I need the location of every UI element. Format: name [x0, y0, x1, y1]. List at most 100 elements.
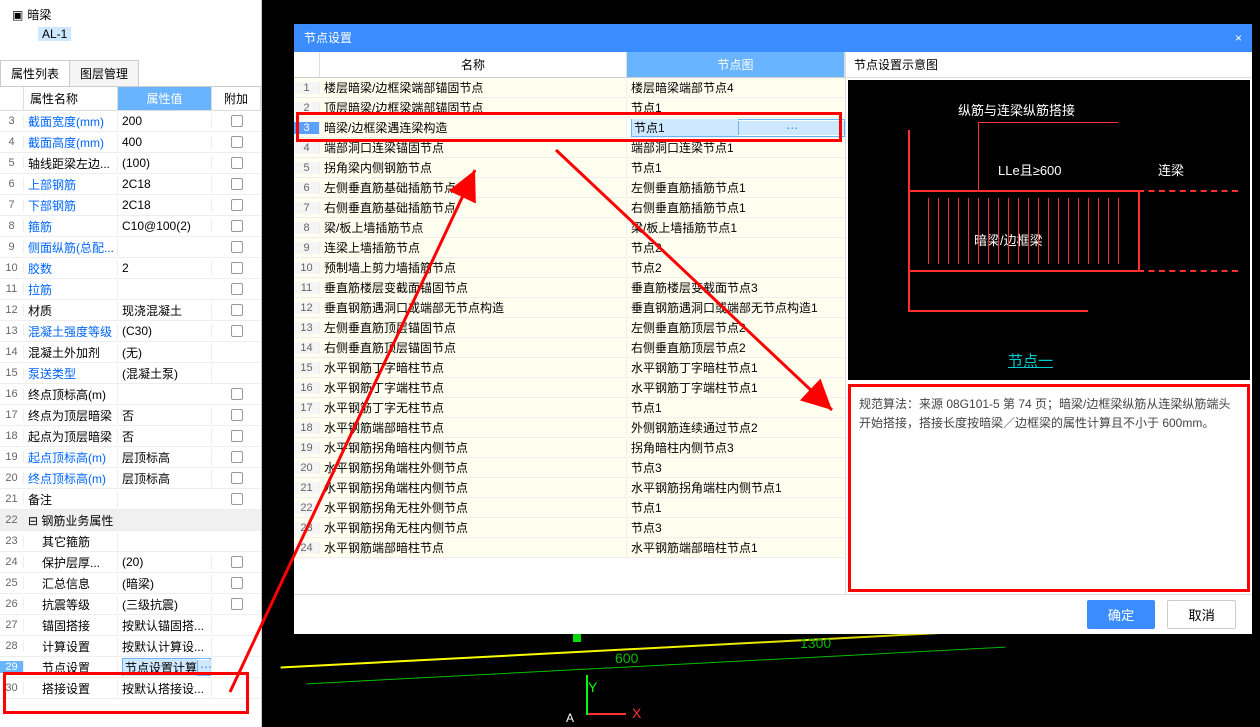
prop-row[interactable]: 26抗震等级(三级抗震): [0, 594, 261, 615]
close-icon[interactable]: ×: [1235, 24, 1242, 52]
prop-value[interactable]: (20): [118, 555, 212, 569]
prop-row[interactable]: 14混凝土外加剂(无): [0, 342, 261, 363]
node-value-cell[interactable]: 楼层暗梁端部节点4: [627, 79, 845, 96]
checkbox[interactable]: [231, 409, 243, 421]
prop-value[interactable]: 否: [118, 407, 212, 424]
node-row[interactable]: 16水平钢筋丁字端柱节点水平钢筋丁字端柱节点1: [294, 378, 845, 398]
col-node-diagram[interactable]: 节点图: [627, 52, 845, 77]
checkbox[interactable]: [231, 241, 243, 253]
node-value-cell[interactable]: 节点1: [627, 99, 845, 116]
checkbox[interactable]: [231, 577, 243, 589]
dialog-titlebar[interactable]: 节点设置 ×: [294, 24, 1252, 52]
prop-value[interactable]: 现浇混凝土: [118, 302, 212, 319]
node-value-cell[interactable]: 外侧钢筋连续通过节点2: [627, 419, 845, 436]
prop-value[interactable]: (100): [118, 156, 212, 170]
node-row[interactable]: 10预制墙上剪力墙插筋节点节点2: [294, 258, 845, 278]
node-value-cell[interactable]: 左侧垂直筋插筋节点1: [627, 179, 845, 196]
prop-row[interactable]: 8箍筋C10@100(2): [0, 216, 261, 237]
prop-row[interactable]: 13混凝土强度等级(C30): [0, 321, 261, 342]
node-row[interactable]: 5拐角梁内侧钢筋节点节点1: [294, 158, 845, 178]
checkbox[interactable]: [231, 262, 243, 274]
node-value-cell[interactable]: 水平钢筋拐角端柱内侧节点1: [627, 479, 845, 496]
node-row[interactable]: 18水平钢筋端部暗柱节点外侧钢筋连续通过节点2: [294, 418, 845, 438]
tab-layers[interactable]: 图层管理: [69, 60, 139, 86]
node-row[interactable]: 15水平钢筋丁字暗柱节点水平钢筋丁字暗柱节点1: [294, 358, 845, 378]
prop-value[interactable]: 2: [118, 261, 212, 275]
checkbox[interactable]: [231, 178, 243, 190]
tree-node-parent[interactable]: ▣暗梁: [8, 4, 253, 25]
prop-value[interactable]: 400: [118, 135, 212, 149]
node-table-body[interactable]: 1楼层暗梁/边框梁端部锚固节点楼层暗梁端部节点42顶层暗梁/边框梁端部锚固节点节…: [294, 78, 845, 590]
node-value-cell[interactable]: 节点2: [627, 239, 845, 256]
checkbox[interactable]: [231, 220, 243, 232]
component-tree[interactable]: ▣暗梁 AL-1: [0, 0, 261, 60]
checkbox[interactable]: [231, 451, 243, 463]
node-value-cell[interactable]: 拐角暗柱内侧节点3: [627, 439, 845, 456]
node-row[interactable]: 11垂直筋楼层变截面锚固节点垂直筋楼层变截面节点3: [294, 278, 845, 298]
prop-row[interactable]: 18起点为顶层暗梁否: [0, 426, 261, 447]
prop-value[interactable]: C10@100(2): [118, 219, 212, 233]
prop-row[interactable]: 30搭接设置按默认搭接设...: [0, 678, 261, 699]
prop-row[interactable]: 25汇总信息(暗梁): [0, 573, 261, 594]
prop-value[interactable]: (暗梁): [118, 575, 212, 592]
prop-row[interactable]: 16终点顶标高(m): [0, 384, 261, 405]
checkbox[interactable]: [231, 556, 243, 568]
checkbox[interactable]: [231, 283, 243, 295]
node-value-cell[interactable]: 右侧垂直筋插筋节点1: [627, 199, 845, 216]
node-row[interactable]: 13左侧垂直筋顶层锚固节点左侧垂直筋顶层节点2: [294, 318, 845, 338]
prop-row[interactable]: 29节点设置节点设置计算⋯: [0, 657, 261, 678]
node-value-cell[interactable]: 垂直筋楼层变截面节点3: [627, 279, 845, 296]
prop-row[interactable]: 12材质现浇混凝土: [0, 300, 261, 321]
prop-value[interactable]: 按默认计算设...: [118, 638, 212, 655]
ellipsis-button[interactable]: ⋯: [738, 121, 845, 135]
cancel-button[interactable]: 取消: [1167, 600, 1236, 629]
node-row[interactable]: 19水平钢筋拐角暗柱内侧节点拐角暗柱内侧节点3: [294, 438, 845, 458]
checkbox[interactable]: [231, 136, 243, 148]
prop-row[interactable]: 10胶数2: [0, 258, 261, 279]
node-row[interactable]: 1楼层暗梁/边框梁端部锚固节点楼层暗梁端部节点4: [294, 78, 845, 98]
prop-row[interactable]: 17终点为顶层暗梁否: [0, 405, 261, 426]
node-value-cell[interactable]: 端部洞口连梁节点1: [627, 139, 845, 156]
prop-row[interactable]: 27锚固搭接按默认锚固搭...: [0, 615, 261, 636]
node-value-cell[interactable]: 梁/板上墙插筋节点1: [627, 219, 845, 236]
node-value-cell[interactable]: 节点2: [627, 259, 845, 276]
node-row[interactable]: 21水平钢筋拐角端柱内侧节点水平钢筋拐角端柱内侧节点1: [294, 478, 845, 498]
node-value-cell[interactable]: 右侧垂直筋顶层节点2: [627, 339, 845, 356]
node-row[interactable]: 20水平钢筋拐角端柱外侧节点节点3: [294, 458, 845, 478]
value-editor[interactable]: 节点1⋯: [631, 119, 845, 137]
prop-value[interactable]: 按默认锚固搭...: [118, 617, 212, 634]
node-row[interactable]: 4端部洞口连梁锚固节点端部洞口连梁节点1: [294, 138, 845, 158]
checkbox[interactable]: [231, 388, 243, 400]
node-row[interactable]: 12垂直钢筋遇洞口或端部无节点构造垂直钢筋遇洞口或端部无节点构造1: [294, 298, 845, 318]
checkbox[interactable]: [231, 304, 243, 316]
node-row[interactable]: 23水平钢筋拐角无柱内侧节点节点3: [294, 518, 845, 538]
checkbox[interactable]: [231, 430, 243, 442]
ok-button[interactable]: 确定: [1087, 600, 1156, 629]
prop-row[interactable]: 22⊟ 钢筋业务属性: [0, 510, 261, 531]
node-value-cell[interactable]: 水平钢筋丁字暗柱节点1: [627, 359, 845, 376]
node-value-cell[interactable]: 节点1: [627, 159, 845, 176]
prop-row[interactable]: 24保护层厚...(20): [0, 552, 261, 573]
ellipsis-button[interactable]: ⋯: [197, 660, 212, 674]
checkbox[interactable]: [231, 157, 243, 169]
prop-value[interactable]: 200: [118, 114, 212, 128]
prop-row[interactable]: 3截面宽度(mm)200: [0, 111, 261, 132]
value-editor[interactable]: 节点设置计算⋯: [122, 658, 211, 676]
tab-properties[interactable]: 属性列表: [0, 60, 70, 86]
expand-icon[interactable]: ▣: [12, 8, 23, 22]
node-row[interactable]: 8梁/板上墙插筋节点梁/板上墙插筋节点1: [294, 218, 845, 238]
node-value-cell[interactable]: 水平钢筋端部暗柱节点1: [627, 539, 845, 556]
node-row[interactable]: 9连梁上墙插筋节点节点2: [294, 238, 845, 258]
node-value-cell[interactable]: 节点3: [627, 459, 845, 476]
checkbox[interactable]: [231, 199, 243, 211]
collapse-icon[interactable]: ⊟: [28, 514, 38, 528]
prop-table-body[interactable]: 3截面宽度(mm)2004截面高度(mm)4005轴线距梁左边...(100)6…: [0, 111, 261, 707]
checkbox[interactable]: [231, 472, 243, 484]
prop-value[interactable]: 2C18: [118, 177, 212, 191]
prop-value[interactable]: (三级抗震): [118, 596, 212, 613]
checkbox[interactable]: [231, 325, 243, 337]
node-row[interactable]: 14右侧垂直筋顶层锚固节点右侧垂直筋顶层节点2: [294, 338, 845, 358]
node-value-cell[interactable]: 节点3: [627, 519, 845, 536]
node-value-cell[interactable]: 节点1: [627, 399, 845, 416]
prop-row[interactable]: 19起点顶标高(m)层顶标高: [0, 447, 261, 468]
